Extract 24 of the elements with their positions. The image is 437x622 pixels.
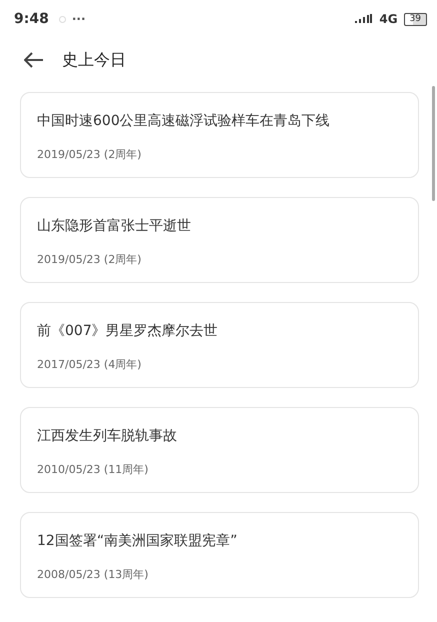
status-time: 9:48 bbox=[14, 11, 49, 27]
event-card[interactable]: 12国签署“南美洲国家联盟宪章” 2008/05/23 (13周年) bbox=[20, 512, 419, 598]
event-date: 2008/05/23 (13周年) bbox=[37, 567, 150, 582]
event-title: 山东隐形首富张士平逝世 bbox=[37, 217, 192, 235]
event-title: 12国签署“南美洲国家联盟宪章” bbox=[37, 532, 238, 550]
network-type: 4G bbox=[379, 12, 398, 26]
battery-icon: 39 bbox=[404, 12, 427, 26]
more-notifications-text: ··· bbox=[72, 12, 86, 26]
signal-icon bbox=[355, 14, 374, 24]
event-date: 2010/05/23 (11周年) bbox=[37, 462, 150, 477]
event-title: 前《007》男星罗杰摩尔去世 bbox=[37, 322, 219, 340]
notification-icon bbox=[58, 16, 66, 22]
back-icon[interactable] bbox=[24, 52, 44, 68]
event-date: 2017/05/23 (4周年) bbox=[37, 357, 142, 372]
event-date: 2019/05/23 (2周年) bbox=[37, 252, 142, 267]
scrollbar[interactable] bbox=[432, 86, 435, 201]
page-title: 史上今日 bbox=[62, 50, 126, 70]
event-title: 江西发生列车脱轨事故 bbox=[37, 427, 178, 445]
event-card[interactable]: 江西发生列车脱轨事故 2010/05/23 (11周年) bbox=[20, 407, 419, 493]
event-card[interactable]: 山东隐形首富张士平逝世 2019/05/23 (2周年) bbox=[20, 197, 419, 283]
event-date: 2019/05/23 (2周年) bbox=[37, 147, 142, 162]
event-card[interactable]: 中国时速600公里高速磁浮试验样车在青岛下线 2019/05/23 (2周年) bbox=[20, 92, 419, 178]
event-title: 中国时速600公里高速磁浮试验样车在青岛下线 bbox=[37, 112, 331, 130]
event-card[interactable]: 前《007》男星罗杰摩尔去世 2017/05/23 (4周年) bbox=[20, 302, 419, 388]
